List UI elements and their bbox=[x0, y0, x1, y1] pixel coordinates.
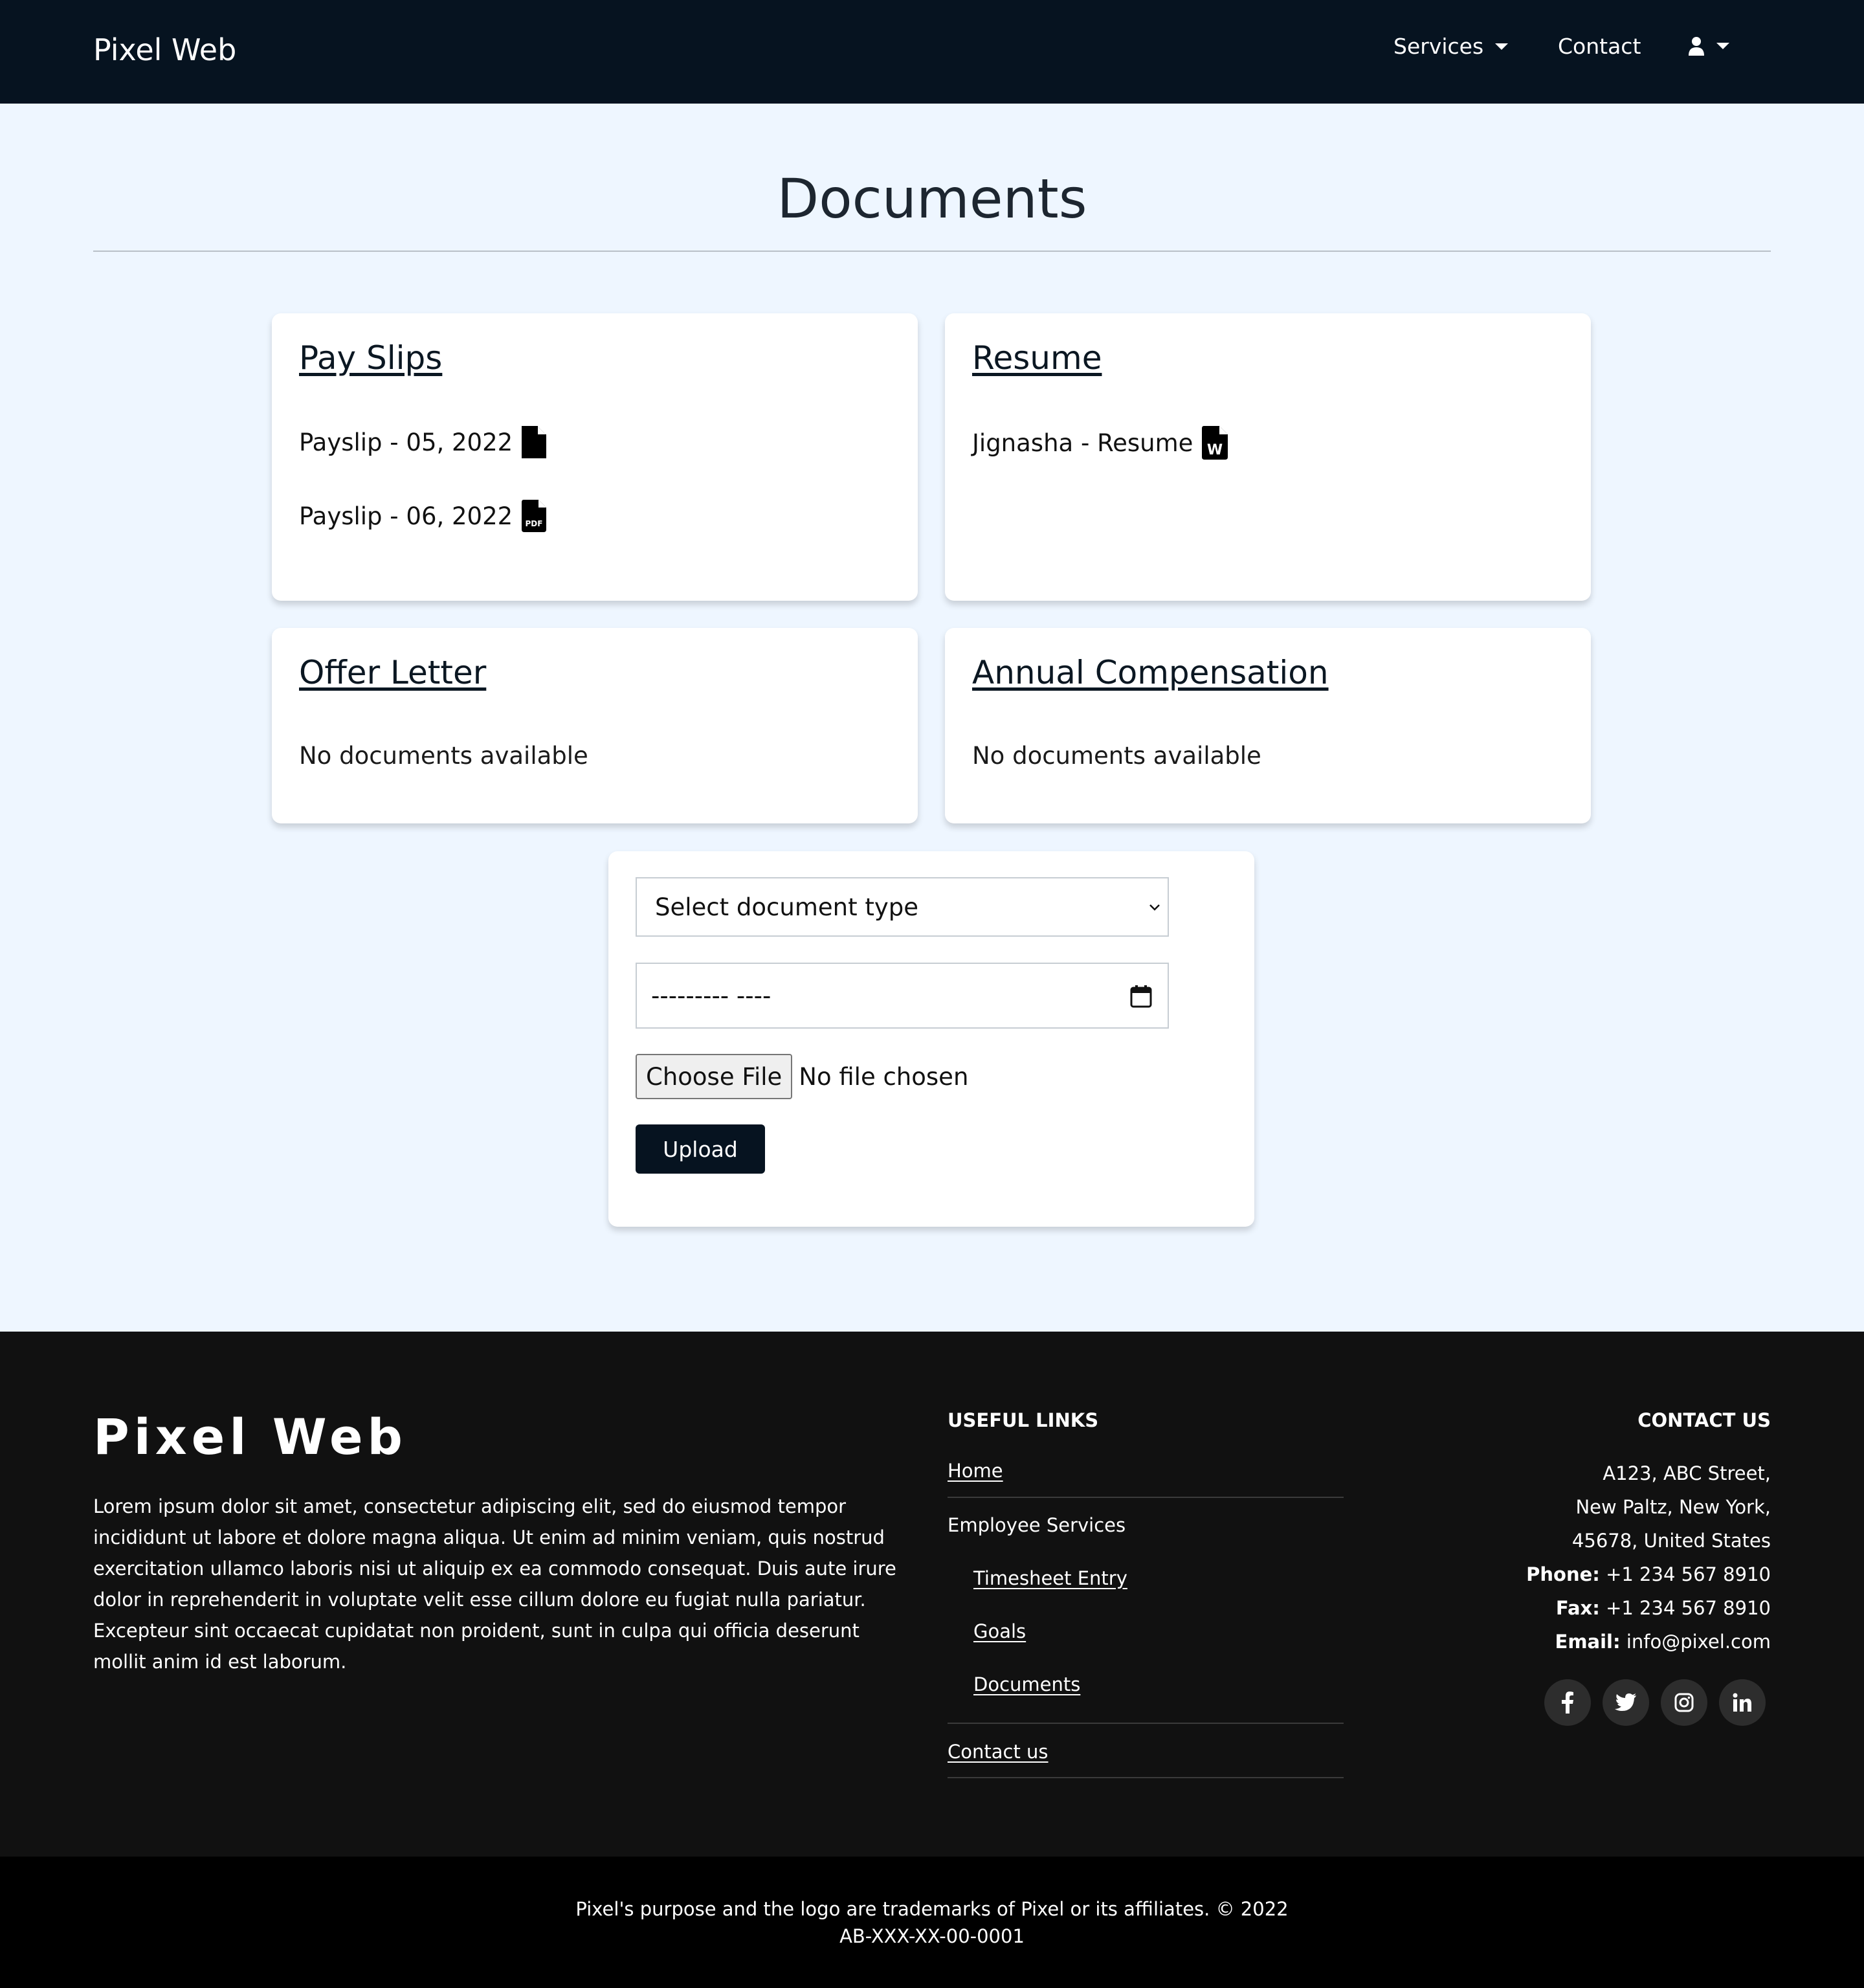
choose-file-button[interactable]: Choose File bbox=[636, 1054, 793, 1099]
footer-link-documents[interactable]: Documents bbox=[973, 1673, 1080, 1695]
top-navbar: Pixel Web Services Contact bbox=[0, 0, 1864, 104]
resume-item[interactable]: Jignasha - Resume W bbox=[972, 426, 1228, 460]
pdf-file-icon: PDF bbox=[522, 500, 547, 532]
offer-letter-card-title[interactable]: Offer Letter bbox=[299, 654, 486, 691]
useful-links-heading: USEFUL LINKS bbox=[948, 1409, 1099, 1431]
address-line: A123, ABC Street, bbox=[1603, 1462, 1771, 1484]
copyright-text: Pixel's purpose and the logo are tradema… bbox=[575, 1898, 1289, 1920]
calendar-icon[interactable] bbox=[1130, 985, 1152, 1008]
annual-compensation-card-title[interactable]: Annual Compensation bbox=[972, 654, 1329, 691]
svg-text:PDF: PDF bbox=[526, 519, 543, 528]
fax-value: +1 234 567 8910 bbox=[1606, 1597, 1771, 1619]
phone-label: Phone: bbox=[1526, 1563, 1600, 1585]
file-status-text: No file chosen bbox=[799, 1062, 969, 1091]
document-type-select-value: Select document type bbox=[655, 893, 918, 921]
email-label: Email: bbox=[1555, 1631, 1621, 1653]
date-input[interactable]: --------- ---- bbox=[636, 963, 1169, 1029]
footer-brand: Pixel Web bbox=[93, 1408, 407, 1466]
chevron-down-icon bbox=[1716, 43, 1729, 49]
document-code: AB-XXX-XX-00-0001 bbox=[839, 1925, 1025, 1947]
navbar-brand[interactable]: Pixel Web bbox=[93, 32, 236, 67]
payslip-item[interactable]: Payslip - 06, 2022 PDF bbox=[299, 500, 547, 532]
address-line: New Paltz, New York, bbox=[1575, 1496, 1771, 1518]
facebook-icon[interactable] bbox=[1544, 1679, 1591, 1726]
email-value: info@pixel.com bbox=[1626, 1631, 1771, 1653]
divider bbox=[948, 1497, 1344, 1498]
nav-user-dropdown[interactable] bbox=[1688, 36, 1729, 56]
fax-line: Fax: +1 234 567 8910 bbox=[1556, 1597, 1771, 1619]
payslips-card: Pay Slips Payslip - 05, 2022 Payslip - 0… bbox=[272, 313, 918, 601]
twitter-icon[interactable] bbox=[1603, 1679, 1649, 1726]
phone-value: +1 234 567 8910 bbox=[1606, 1563, 1771, 1585]
user-icon bbox=[1689, 37, 1704, 56]
footer-description: Lorem ipsum dolor sit amet, consectetur … bbox=[93, 1495, 896, 1673]
annual-compensation-card: Annual Compensation No documents availab… bbox=[945, 628, 1591, 823]
instagram-icon[interactable] bbox=[1661, 1679, 1707, 1726]
contact-us-heading: CONTACT US bbox=[1637, 1409, 1771, 1431]
resume-label: Jignasha - Resume bbox=[972, 429, 1193, 457]
payslip-label: Payslip - 05, 2022 bbox=[299, 428, 513, 456]
nav-services-label: Services bbox=[1393, 34, 1484, 59]
divider bbox=[948, 1723, 1344, 1724]
footer-link-contact-us[interactable]: Contact us bbox=[948, 1741, 1048, 1763]
footer-link-home[interactable]: Home bbox=[948, 1460, 1003, 1482]
file-icon bbox=[522, 426, 547, 458]
resume-card: Resume Jignasha - Resume W bbox=[945, 313, 1591, 601]
empty-state-text: No documents available bbox=[972, 742, 1261, 770]
phone-line: Phone: +1 234 567 8910 bbox=[1526, 1563, 1771, 1585]
document-type-select[interactable]: Select document type bbox=[636, 877, 1169, 937]
chevron-down-icon bbox=[1149, 904, 1160, 911]
empty-state-text: No documents available bbox=[299, 742, 588, 770]
email-line: Email: info@pixel.com bbox=[1555, 1631, 1771, 1653]
payslip-label: Payslip - 06, 2022 bbox=[299, 502, 513, 530]
nav-contact-link[interactable]: Contact bbox=[1558, 34, 1641, 59]
fax-label: Fax: bbox=[1555, 1597, 1600, 1619]
payslip-item[interactable]: Payslip - 05, 2022 bbox=[299, 426, 547, 458]
svg-text:W: W bbox=[1207, 442, 1223, 458]
copyright-bar: Pixel's purpose and the logo are tradema… bbox=[0, 1857, 1864, 1988]
title-divider bbox=[93, 251, 1771, 252]
address-line: 45678, United States bbox=[1571, 1530, 1771, 1552]
file-input[interactable]: Choose File No file chosen bbox=[636, 1054, 968, 1099]
upload-button[interactable]: Upload bbox=[636, 1124, 765, 1174]
footer-employee-services-label: Employee Services bbox=[948, 1514, 1126, 1536]
date-input-value: --------- ---- bbox=[651, 981, 771, 1010]
divider bbox=[948, 1777, 1344, 1778]
footer-link-goals[interactable]: Goals bbox=[973, 1620, 1026, 1642]
offer-letter-card: Offer Letter No documents available bbox=[272, 628, 918, 823]
footer-link-timesheet[interactable]: Timesheet Entry bbox=[973, 1567, 1127, 1589]
page-title: Documents bbox=[777, 167, 1087, 230]
footer: Pixel Web Lorem ipsum dolor sit amet, co… bbox=[0, 1332, 1864, 1857]
linkedin-icon[interactable] bbox=[1719, 1679, 1766, 1726]
payslips-card-title[interactable]: Pay Slips bbox=[299, 339, 442, 377]
chevron-down-icon bbox=[1495, 43, 1509, 50]
nav-services-dropdown[interactable]: Services bbox=[1393, 34, 1509, 59]
word-file-icon: W bbox=[1202, 426, 1228, 460]
resume-card-title[interactable]: Resume bbox=[972, 339, 1102, 377]
upload-form-card: Select document type --------- ---- Choo… bbox=[608, 851, 1254, 1227]
